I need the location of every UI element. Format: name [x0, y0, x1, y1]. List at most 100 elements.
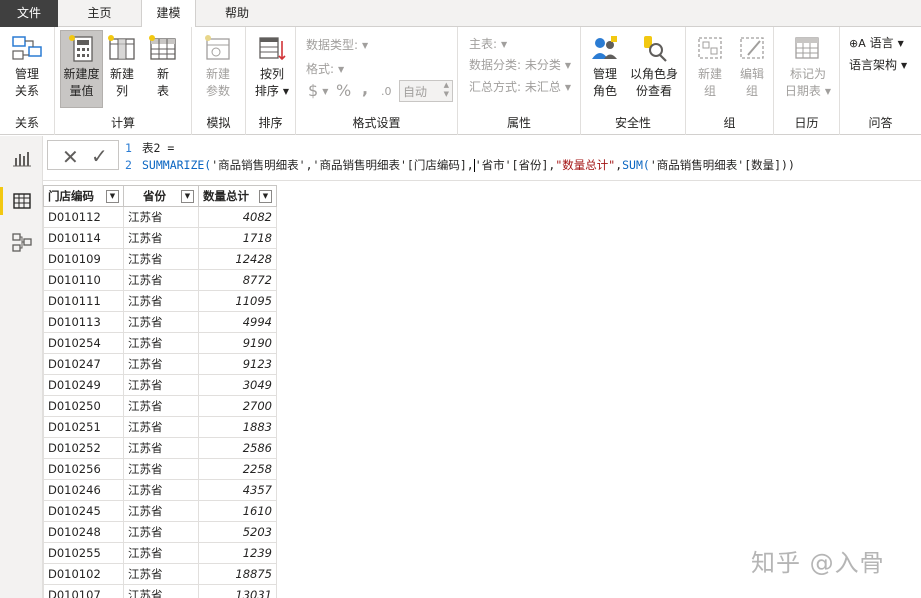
- summarization-dropdown[interactable]: 汇总方式: 未汇总 ▼: [469, 78, 571, 95]
- cell-store-code[interactable]: D010114: [43, 227, 124, 249]
- cell-store-code[interactable]: D010246: [43, 479, 124, 501]
- data-view-button[interactable]: [8, 187, 36, 215]
- cell-store-code[interactable]: D010256: [43, 458, 124, 480]
- linguistic-schema-dropdown[interactable]: 语言架构 ▼: [849, 56, 907, 73]
- currency-icon: $: [308, 81, 319, 100]
- column-header-store-code[interactable]: 门店编码 ▼: [43, 185, 124, 207]
- cell-store-code[interactable]: D010102: [43, 563, 124, 585]
- cell-quantity-total[interactable]: 1239: [198, 542, 277, 564]
- tab-modeling[interactable]: 建模: [141, 0, 196, 28]
- decimal-button[interactable]: .0: [381, 85, 392, 98]
- manage-roles-button[interactable]: 管理 角色: [587, 31, 623, 100]
- cell-store-code[interactable]: D010113: [43, 311, 124, 333]
- manage-relationships-button[interactable]: 管理 关系: [6, 31, 48, 100]
- cell-quantity-total[interactable]: 2700: [198, 395, 277, 417]
- check-icon[interactable]: ✓: [91, 144, 108, 168]
- cell-province[interactable]: 江苏省: [123, 500, 199, 522]
- cell-province[interactable]: 江苏省: [123, 395, 199, 417]
- cell-store-code[interactable]: D010110: [43, 269, 124, 291]
- percent-button[interactable]: %: [336, 81, 351, 100]
- filter-dropdown-icon[interactable]: ▼: [259, 189, 272, 203]
- cell-store-code[interactable]: D010249: [43, 374, 124, 396]
- language-dropdown[interactable]: ⊕A 语言 ▼: [849, 34, 904, 51]
- model-view-button[interactable]: [8, 228, 36, 256]
- data-category-dropdown[interactable]: 数据分类: 未分类 ▼: [469, 56, 571, 73]
- cell-quantity-total[interactable]: 1883: [198, 416, 277, 438]
- sort-by-column-button[interactable]: 按列 排序 ▼: [251, 31, 293, 100]
- cell-province[interactable]: 江苏省: [123, 437, 199, 459]
- cell-quantity-total[interactable]: 9190: [198, 332, 277, 354]
- cell-store-code[interactable]: D010252: [43, 437, 124, 459]
- cell-store-code[interactable]: D010248: [43, 521, 124, 543]
- cell-province[interactable]: 江苏省: [123, 479, 199, 501]
- cell-quantity-total[interactable]: 1718: [198, 227, 277, 249]
- cell-store-code[interactable]: D010245: [43, 500, 124, 522]
- cell-quantity-total[interactable]: 11095: [198, 290, 277, 312]
- cell-quantity-total[interactable]: 3049: [198, 374, 277, 396]
- filter-dropdown-icon[interactable]: ▼: [106, 189, 119, 203]
- cell-store-code[interactable]: D010111: [43, 290, 124, 312]
- cell-province[interactable]: 江苏省: [123, 311, 199, 333]
- cell-province[interactable]: 江苏省: [123, 416, 199, 438]
- cell-quantity-total[interactable]: 18875: [198, 563, 277, 585]
- cell-store-code[interactable]: D010112: [43, 206, 124, 228]
- filter-dropdown-icon[interactable]: ▼: [181, 189, 194, 203]
- cell-quantity-total[interactable]: 4357: [198, 479, 277, 501]
- cell-store-code[interactable]: D010109: [43, 248, 124, 270]
- decimal-places-stepper[interactable]: 自动 ▲ ▼: [399, 80, 453, 102]
- new-group-button[interactable]: 新建 组: [692, 31, 728, 100]
- cell-province[interactable]: 江苏省: [123, 584, 199, 598]
- new-parameter-button[interactable]: 新建 参数: [198, 31, 238, 100]
- tab-help[interactable]: 帮助: [196, 0, 278, 27]
- cell-quantity-total[interactable]: 9123: [198, 353, 277, 375]
- data-type-dropdown[interactable]: 数据类型: ▼: [306, 36, 368, 53]
- tab-home[interactable]: 主页: [58, 0, 141, 27]
- cell-quantity-total[interactable]: 8772: [198, 269, 277, 291]
- new-column-button[interactable]: 新建 列: [105, 31, 139, 100]
- report-view-button[interactable]: [8, 144, 36, 172]
- cell-province[interactable]: 江苏省: [123, 290, 199, 312]
- view-as-roles-button[interactable]: 以角色身 份查看: [627, 31, 681, 100]
- cell-store-code[interactable]: D010251: [43, 416, 124, 438]
- column-header-quantity-total[interactable]: 数量总计 ▼: [198, 185, 277, 207]
- cell-quantity-total[interactable]: 12428: [198, 248, 277, 270]
- dax-formula-editor[interactable]: 1 表2 = 2 SUMMARIZE('商品销售明细表','商品销售明细表'[门店编…: [125, 140, 917, 178]
- cell-province[interactable]: 江苏省: [123, 206, 199, 228]
- cell-province[interactable]: 江苏省: [123, 458, 199, 480]
- format-dropdown[interactable]: 格式: ▼: [306, 60, 344, 77]
- cell-store-code[interactable]: D010255: [43, 542, 124, 564]
- cell-quantity-total[interactable]: 13031: [198, 584, 277, 598]
- cell-store-code[interactable]: D010250: [43, 395, 124, 417]
- cell-province[interactable]: 江苏省: [123, 248, 199, 270]
- cell-province[interactable]: 江苏省: [123, 563, 199, 585]
- cell-quantity-total[interactable]: 4082: [198, 206, 277, 228]
- edit-group-button[interactable]: 编辑 组: [734, 31, 770, 100]
- cell-province[interactable]: 江苏省: [123, 269, 199, 291]
- cell-province[interactable]: 江苏省: [123, 374, 199, 396]
- cancel-icon[interactable]: ✕: [62, 145, 79, 169]
- cell-store-code[interactable]: D010107: [43, 584, 124, 598]
- cell-quantity-total[interactable]: 2586: [198, 437, 277, 459]
- home-table-dropdown[interactable]: 主表: ▼: [469, 35, 507, 52]
- cell-quantity-total[interactable]: 2258: [198, 458, 277, 480]
- cell-store-code[interactable]: D010247: [43, 353, 124, 375]
- group-calendar: 标记为 日期表 ▼ 日历: [774, 27, 840, 135]
- cell-province[interactable]: 江苏省: [123, 521, 199, 543]
- currency-button[interactable]: $ ▼: [308, 81, 328, 100]
- group-qa: ⊕A 语言 ▼ 语言架构 ▼ 问答: [840, 27, 921, 135]
- new-measure-button[interactable]: 新建度 量值: [60, 30, 103, 108]
- column-header-province[interactable]: 省份 ▼: [123, 185, 199, 207]
- cell-province[interactable]: 江苏省: [123, 227, 199, 249]
- comma-button[interactable]: ,: [362, 79, 368, 98]
- cell-province[interactable]: 江苏省: [123, 353, 199, 375]
- mark-as-date-table-button[interactable]: 标记为 日期表 ▼: [780, 31, 836, 100]
- cell-quantity-total[interactable]: 4994: [198, 311, 277, 333]
- cell-province[interactable]: 江苏省: [123, 542, 199, 564]
- tab-file[interactable]: 文件: [0, 0, 58, 27]
- decimal-places-value: 自动: [403, 85, 428, 99]
- cell-quantity-total[interactable]: 5203: [198, 521, 277, 543]
- cell-store-code[interactable]: D010254: [43, 332, 124, 354]
- cell-quantity-total[interactable]: 1610: [198, 500, 277, 522]
- new-table-button[interactable]: 新 表: [145, 31, 181, 100]
- cell-province[interactable]: 江苏省: [123, 332, 199, 354]
